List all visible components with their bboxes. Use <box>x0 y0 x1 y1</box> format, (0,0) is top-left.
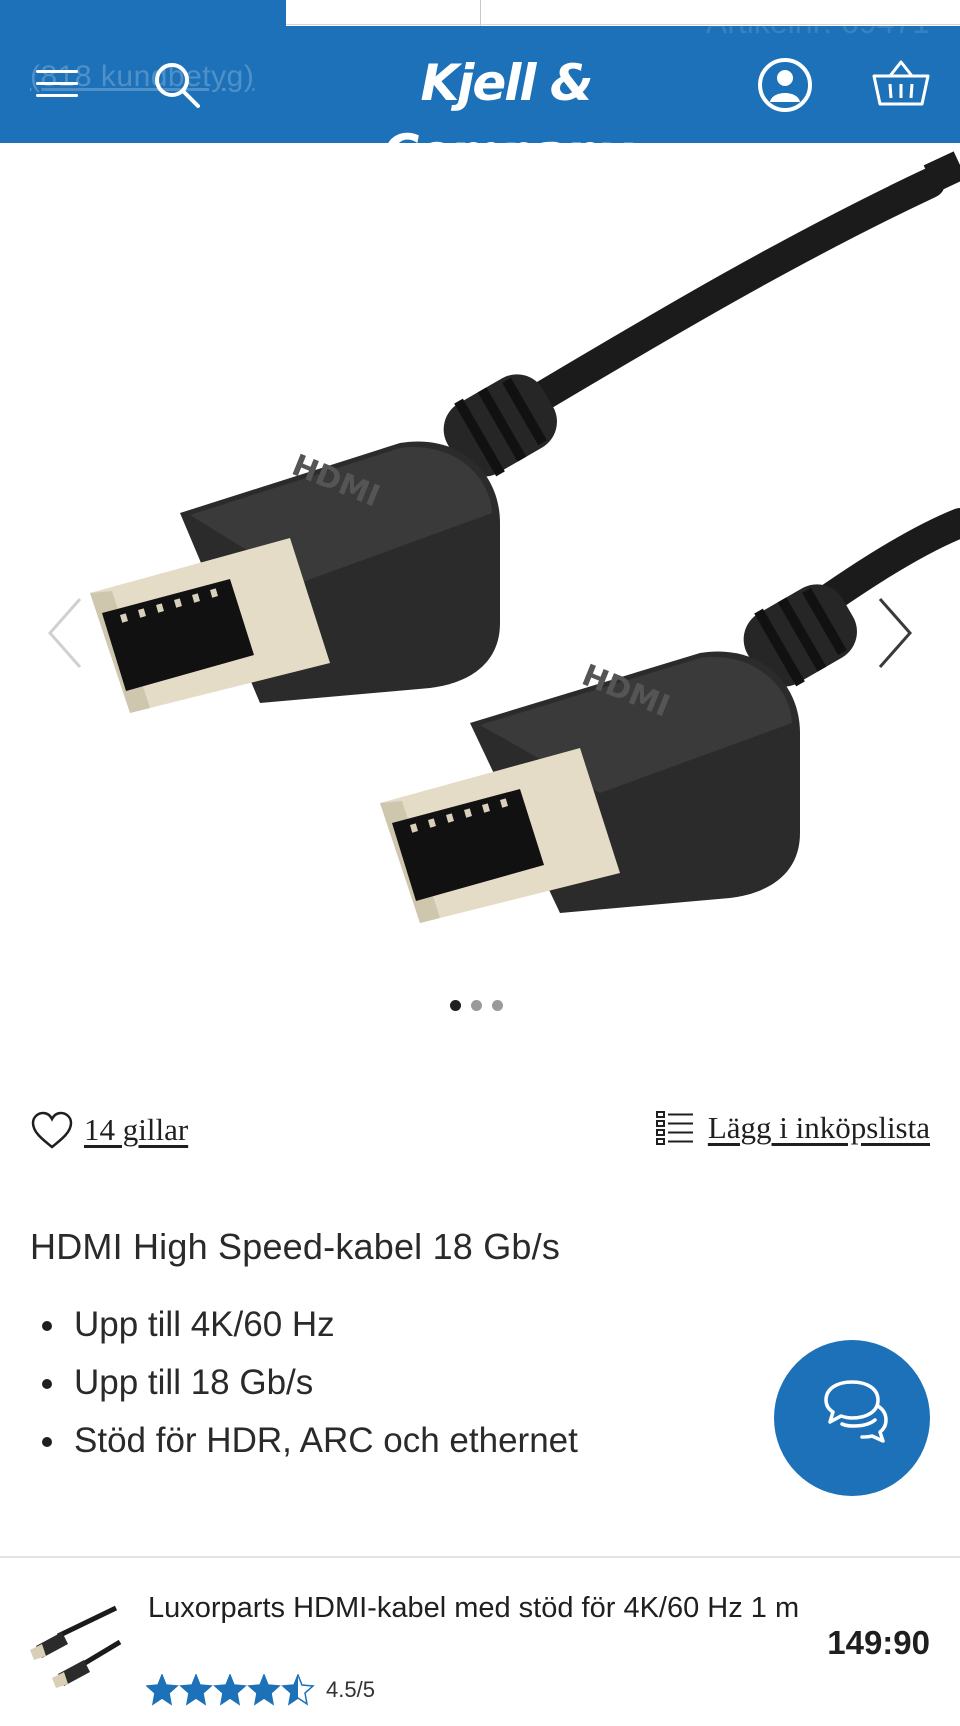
pagination-dot[interactable] <box>450 1000 461 1011</box>
background-article-number: Artikelnr: 69471 <box>705 4 930 40</box>
heart-icon <box>31 1111 73 1149</box>
chevron-right-icon <box>878 598 913 668</box>
feature-list: Upp till 4K/60 Hz Upp till 18 Gb/s Stöd … <box>30 1296 750 1470</box>
add-to-shopping-list-button[interactable]: Lägg i inköpslista <box>655 1110 930 1146</box>
divider <box>480 0 481 26</box>
product-image-gallery[interactable]: HDMI HDMI <box>0 143 960 1033</box>
feature-item: Stöd för HDR, ARC och ethernet <box>30 1412 750 1470</box>
product-thumbnail <box>30 1605 122 1688</box>
sticky-product-bar[interactable]: Luxorparts HDMI-kabel med stöd för 4K/60… <box>0 1556 960 1726</box>
product-rating: 4.5/5 <box>146 1674 375 1706</box>
hamburger-icon <box>36 70 78 73</box>
cart-button[interactable] <box>870 54 932 114</box>
search-icon <box>155 63 200 108</box>
brand-logo[interactable]: Kjell & Company <box>296 48 716 182</box>
account-button[interactable] <box>756 56 814 114</box>
chat-button[interactable] <box>774 1340 930 1496</box>
product-price: 149:90 <box>827 1624 930 1661</box>
hamburger-icon <box>36 82 78 85</box>
list-icon <box>655 1111 693 1145</box>
search-button[interactable] <box>150 58 204 112</box>
likes-count-link[interactable]: 14 gillar <box>84 1112 188 1148</box>
star-rating-icons <box>146 1674 315 1706</box>
chat-bubbles-icon <box>824 1380 888 1443</box>
chevron-left-icon <box>47 598 82 668</box>
add-to-list-link[interactable]: Lägg i inköpslista <box>708 1110 930 1146</box>
user-icon <box>758 58 812 112</box>
feature-item: Upp till 18 Gb/s <box>30 1354 750 1412</box>
product-subtitle: HDMI High Speed-kabel 18 Gb/s <box>30 1226 561 1267</box>
previous-image-button[interactable] <box>44 593 88 673</box>
feature-item: Upp till 4K/60 Hz <box>30 1296 750 1354</box>
product-actions: 14 gillar Lägg i inköpslista <box>0 1100 960 1170</box>
basket-icon <box>872 60 930 106</box>
hdmi-cable-image: HDMI HDMI <box>90 151 960 923</box>
menu-button[interactable] <box>32 64 80 104</box>
next-image-button[interactable] <box>872 593 916 673</box>
pagination-dot[interactable] <box>471 1000 482 1011</box>
background-tab <box>0 0 286 26</box>
product-description: HDMI High Speed-kabel 18 Gb/s Upp till 4… <box>30 1226 750 1470</box>
pagination-dot[interactable] <box>492 1000 503 1011</box>
like-button[interactable]: 14 gillar <box>30 1110 188 1150</box>
rating-score: 4.5/5 <box>326 1677 375 1702</box>
product-name: Luxorparts HDMI-kabel med stöd för 4K/60… <box>148 1592 800 1624</box>
gallery-pagination <box>450 1000 503 1011</box>
hamburger-icon <box>36 94 78 97</box>
site-header: (818 kundbetyg) Artikelnr: 69471 Kjell &… <box>0 4 960 182</box>
